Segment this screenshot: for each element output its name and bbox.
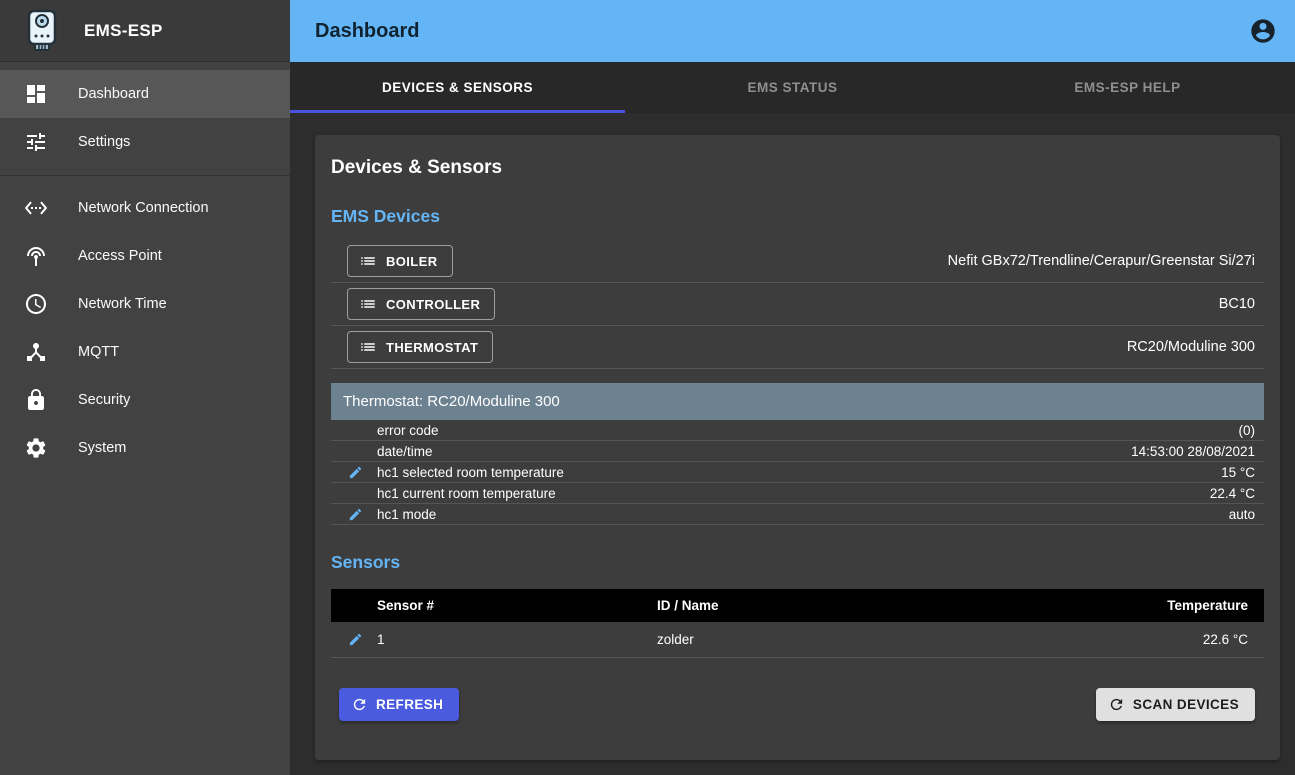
detail-label: error code	[377, 423, 1239, 438]
sidebar-menu: Dashboard Settings Network Connection	[0, 62, 290, 472]
boiler-logo	[22, 8, 62, 54]
sidebar-item-label: MQTT	[78, 344, 119, 360]
sidebar-item-label: Dashboard	[78, 86, 149, 102]
scan-devices-button-label: SCAN DEVICES	[1133, 697, 1239, 712]
column-sensor-number: Sensor #	[331, 598, 657, 613]
edit-cell	[331, 632, 377, 647]
edit-pencil-icon[interactable]	[348, 465, 363, 480]
main-area: Dashboard DEVICES & SENSORS EMS STATUS E…	[290, 0, 1295, 775]
sensor-name: zolder	[657, 632, 1084, 647]
page-title: Dashboard	[315, 20, 419, 43]
sidebar-item-mqtt[interactable]: MQTT	[0, 328, 290, 376]
detail-panel-title: Thermostat: RC20/Moduline 300	[331, 383, 1264, 420]
sensors-heading: Sensors	[331, 552, 1264, 573]
scan-devices-button[interactable]: SCAN DEVICES	[1096, 688, 1255, 721]
tune-icon	[24, 130, 48, 154]
devices-sensors-card: Devices & Sensors EMS Devices BOILER Nef…	[315, 135, 1280, 760]
ems-esp-app: EMS-ESP Dashboard Settings Network	[0, 0, 1295, 775]
tab-ems-esp-help[interactable]: EMS-ESP HELP	[960, 62, 1295, 113]
sensors-table-header: Sensor # ID / Name Temperature	[331, 589, 1264, 622]
detail-row-hc1-current-temp: hc1 current room temperature 22.4 °C	[331, 483, 1264, 504]
device-hub-icon	[24, 340, 48, 364]
detail-row-error-code: error code (0)	[331, 420, 1264, 441]
list-icon	[359, 252, 377, 270]
detail-row-date-time: date/time 14:53:00 28/08/2021	[331, 441, 1264, 462]
detail-value: 15 °C	[1221, 465, 1264, 480]
detail-label: hc1 current room temperature	[377, 486, 1210, 501]
controller-button-label: CONTROLLER	[386, 297, 480, 312]
edit-pencil-icon[interactable]	[348, 507, 363, 522]
detail-row-hc1-mode: hc1 mode auto	[331, 504, 1264, 525]
boiler-button[interactable]: BOILER	[347, 245, 453, 277]
sidebar: EMS-ESP Dashboard Settings Network	[0, 0, 290, 775]
sidebar-item-label: System	[78, 440, 126, 456]
card-title: Devices & Sensors	[331, 157, 1264, 179]
sidebar-item-settings[interactable]: Settings	[0, 118, 290, 166]
list-icon	[359, 338, 377, 356]
device-row-controller: CONTROLLER BC10	[331, 283, 1264, 326]
lock-icon	[24, 388, 48, 412]
edit-cell	[331, 465, 377, 480]
sensor-temperature: 22.6 °C	[1084, 632, 1264, 647]
column-id-name: ID / Name	[657, 598, 1084, 613]
list-icon	[359, 295, 377, 313]
sidebar-divider	[0, 175, 290, 176]
ems-device-list: BOILER Nefit GBx72/Trendline/Cerapur/Gre…	[331, 240, 1264, 369]
detail-label: date/time	[377, 444, 1131, 459]
thermostat-button-label: THERMOSTAT	[386, 340, 478, 355]
sensor-number: 1	[377, 632, 657, 647]
refresh-icon	[351, 696, 368, 713]
refresh-button-label: REFRESH	[376, 697, 443, 712]
sidebar-item-network-time[interactable]: Network Time	[0, 280, 290, 328]
sensor-row: 1 zolder 22.6 °C	[331, 622, 1264, 658]
dashboard-icon	[24, 82, 48, 106]
boiler-button-label: BOILER	[386, 254, 438, 269]
sidebar-item-dashboard[interactable]: Dashboard	[0, 70, 290, 118]
detail-row-hc1-selected-temp: hc1 selected room temperature 15 °C	[331, 462, 1264, 483]
edit-cell	[331, 507, 377, 522]
sidebar-item-label: Security	[78, 392, 130, 408]
sensors-table: Sensor # ID / Name Temperature 1 zolder …	[331, 589, 1264, 658]
sidebar-item-network-connection[interactable]: Network Connection	[0, 184, 290, 232]
thermostat-model: RC20/Moduline 300	[1127, 339, 1264, 355]
ethernet-icon	[24, 196, 48, 220]
sidebar-item-label: Settings	[78, 134, 130, 150]
tab-bar: DEVICES & SENSORS EMS STATUS EMS-ESP HEL…	[290, 62, 1295, 113]
detail-value: (0)	[1239, 423, 1265, 438]
ems-devices-heading: EMS Devices	[331, 206, 1264, 227]
detail-label: hc1 mode	[377, 507, 1229, 522]
clock-icon	[24, 292, 48, 316]
tab-devices-sensors[interactable]: DEVICES & SENSORS	[290, 62, 625, 113]
controller-model: BC10	[1219, 296, 1264, 312]
controller-button[interactable]: CONTROLLER	[347, 288, 495, 320]
detail-value: 14:53:00 28/08/2021	[1131, 444, 1264, 459]
sidebar-item-access-point[interactable]: Access Point	[0, 232, 290, 280]
sidebar-item-system[interactable]: System	[0, 424, 290, 472]
device-row-boiler: BOILER Nefit GBx72/Trendline/Cerapur/Gre…	[331, 240, 1264, 283]
detail-value: 22.4 °C	[1210, 486, 1264, 501]
refresh-icon	[1108, 696, 1125, 713]
thermostat-detail-panel: Thermostat: RC20/Moduline 300 error code…	[331, 383, 1264, 525]
wifi-tethering-icon	[24, 244, 48, 268]
appbar: Dashboard	[290, 0, 1295, 62]
edit-pencil-icon[interactable]	[348, 632, 363, 647]
refresh-button[interactable]: REFRESH	[339, 688, 459, 721]
detail-value: auto	[1229, 507, 1264, 522]
sidebar-header: EMS-ESP	[0, 0, 290, 62]
account-circle-icon[interactable]	[1249, 17, 1277, 45]
sidebar-item-label: Network Connection	[78, 200, 209, 216]
device-row-thermostat: THERMOSTAT RC20/Moduline 300	[331, 326, 1264, 369]
sidebar-item-security[interactable]: Security	[0, 376, 290, 424]
gear-icon	[24, 436, 48, 460]
action-bar: REFRESH SCAN DEVICES	[331, 688, 1264, 721]
tab-ems-status[interactable]: EMS STATUS	[625, 62, 960, 113]
detail-label: hc1 selected room temperature	[377, 465, 1221, 480]
boiler-model: Nefit GBx72/Trendline/Cerapur/Greenstar …	[948, 253, 1264, 269]
content: Devices & Sensors EMS Devices BOILER Nef…	[290, 113, 1295, 775]
thermostat-button[interactable]: THERMOSTAT	[347, 331, 493, 363]
app-title: EMS-ESP	[84, 21, 163, 41]
sidebar-item-label: Access Point	[78, 248, 162, 264]
sidebar-item-label: Network Time	[78, 296, 167, 312]
column-temperature: Temperature	[1084, 598, 1264, 613]
